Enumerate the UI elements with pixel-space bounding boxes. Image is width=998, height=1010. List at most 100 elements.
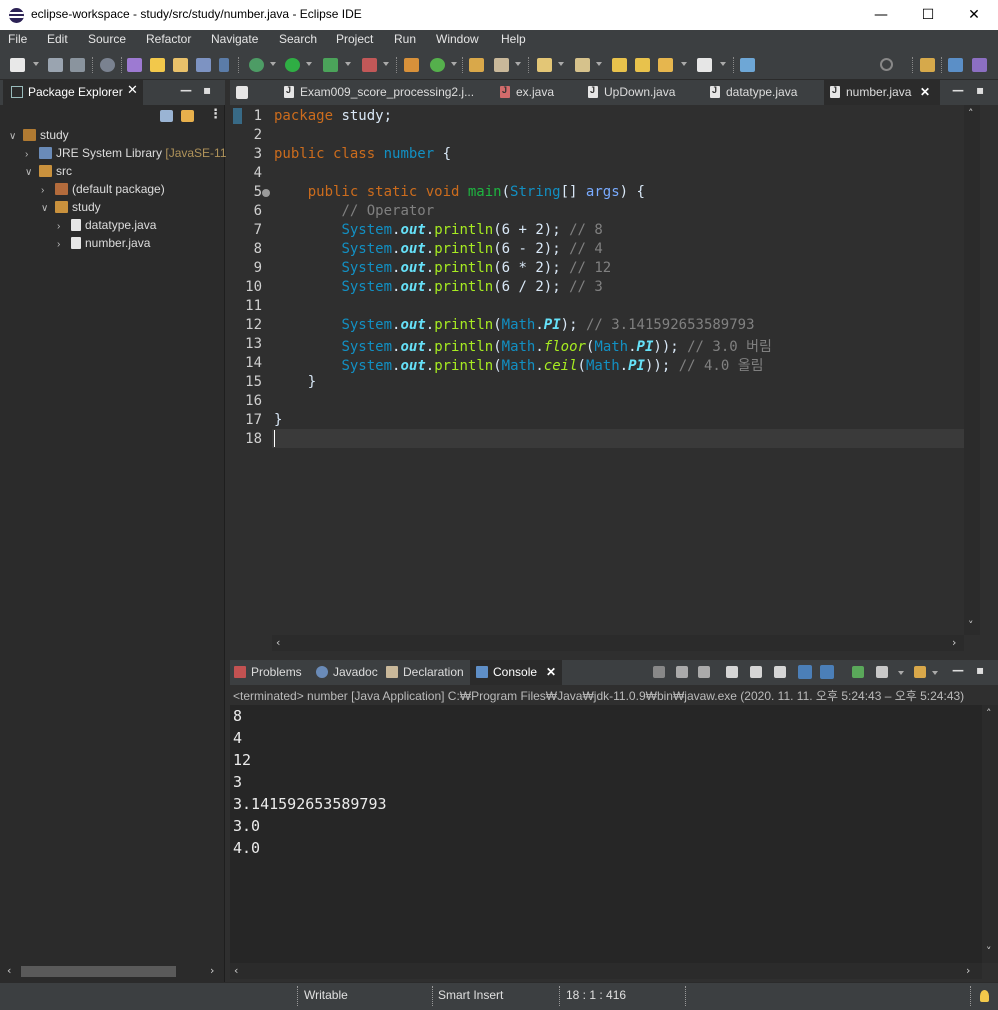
menu-edit[interactable]: Edit — [47, 32, 68, 46]
maximize-editor-icon[interactable]: ▪ — [976, 83, 984, 97]
remove-all-icon[interactable] — [698, 666, 710, 678]
last-edit-location-icon[interactable] — [612, 58, 627, 72]
external-tools-icon[interactable] — [362, 58, 377, 72]
scroll-right-icon[interactable]: › — [966, 964, 970, 977]
expand-arrow-icon[interactable]: › — [57, 221, 71, 232]
tab-problems[interactable]: Problems — [234, 665, 302, 679]
menu-refactor[interactable]: Refactor — [146, 32, 191, 46]
console-output[interactable]: 8 4 12 3 3.141592653589793 3.0 4.0 — [230, 705, 982, 963]
minimize-editor-icon[interactable]: — — [952, 83, 964, 97]
terminate-icon[interactable] — [653, 666, 665, 678]
expand-arrow-icon[interactable]: › — [41, 185, 55, 196]
tab-updown-java[interactable]: UpDown.java — [588, 80, 688, 105]
tab-declaration[interactable]: Declaration — [386, 665, 464, 679]
save-all-icon[interactable] — [70, 58, 85, 72]
save-icon[interactable] — [48, 58, 63, 72]
back-dropdown-icon[interactable] — [681, 62, 687, 66]
coverage-icon[interactable] — [323, 58, 338, 72]
scroll-right-icon[interactable]: › — [210, 964, 214, 977]
brush-icon[interactable] — [494, 58, 509, 72]
minimize-button[interactable]: — — [858, 0, 904, 30]
console-hscrollbar[interactable]: ‹ › — [230, 963, 982, 979]
status-cursor-position[interactable]: 18 : 1 : 416 — [566, 988, 626, 1002]
expand-arrow-icon[interactable]: ∨ — [9, 131, 23, 142]
editor-vscrollbar[interactable]: ˄ ˅ — [964, 105, 980, 635]
previous-annotation-icon[interactable] — [575, 58, 590, 72]
tree-item-default-package[interactable]: › (default package) — [41, 182, 165, 200]
brush-dropdown-icon[interactable] — [515, 62, 521, 66]
tab-javadoc[interactable]: Javadoc — [316, 665, 378, 679]
skip-breakpoints-icon[interactable] — [100, 58, 115, 72]
scroll-left-icon[interactable]: ‹ — [234, 964, 238, 977]
show-whitespace-icon[interactable] — [219, 58, 229, 72]
new-java-project-icon[interactable] — [404, 58, 419, 72]
package-explorer-close-icon[interactable]: ✕ — [127, 83, 138, 98]
display-console-dropdown-icon[interactable] — [898, 671, 904, 675]
tree-item-datatype-java[interactable]: › datatype.java — [57, 218, 156, 236]
scroll-up-icon[interactable]: ˄ — [986, 707, 992, 720]
java-perspective-icon[interactable] — [948, 58, 963, 72]
tree-item-jre-library[interactable]: › JRE System Library [JavaSE-11 — [25, 146, 227, 164]
external-tools-dropdown-icon[interactable] — [383, 62, 389, 66]
show-on-stderr-icon[interactable] — [820, 665, 834, 679]
debug-perspective-icon[interactable] — [972, 58, 987, 72]
view-menu-icon[interactable]: ⋮ — [209, 107, 222, 122]
collapse-all-icon[interactable] — [160, 110, 173, 122]
open-task-icon[interactable] — [173, 58, 188, 72]
expand-arrow-icon[interactable]: › — [57, 239, 71, 250]
scroll-left-icon[interactable]: ‹ — [276, 636, 280, 649]
pin-console-icon[interactable] — [852, 666, 864, 678]
scroll-lock-icon[interactable] — [750, 666, 762, 678]
previous-annotation-dropdown-icon[interactable] — [596, 62, 602, 66]
code-editor[interactable]: 1 2 3 4 5 6 7 8 9 10 11 12 13 14 15 16 1… — [230, 105, 998, 655]
back-arrow-icon[interactable] — [658, 58, 673, 72]
pin-editor-icon[interactable] — [740, 58, 755, 72]
scroll-down-icon[interactable]: ˅ — [968, 619, 974, 632]
editor-hscrollbar[interactable]: ‹ › — [272, 635, 964, 651]
maximize-view-icon[interactable]: ▪ — [203, 83, 211, 97]
package-explorer-hscrollbar[interactable]: ‹ › — [5, 963, 222, 979]
menu-project[interactable]: Project — [336, 32, 373, 46]
menu-file[interactable]: File — [8, 32, 27, 46]
next-annotation-icon[interactable] — [537, 58, 552, 72]
tab-ex-java[interactable]: ex.java — [500, 80, 580, 105]
next-annotation-dropdown-icon[interactable] — [558, 62, 564, 66]
show-editors-icon[interactable] — [236, 86, 248, 99]
menu-window[interactable]: Window — [436, 32, 479, 46]
scroll-up-icon[interactable]: ˄ — [968, 107, 974, 120]
word-wrap-icon[interactable] — [774, 666, 786, 678]
scroll-left-icon[interactable]: ‹ — [7, 964, 11, 977]
new-dropdown-icon[interactable] — [33, 62, 39, 66]
display-console-icon[interactable] — [876, 666, 888, 678]
status-insert-mode[interactable]: Smart Insert — [438, 988, 503, 1002]
debug-icon[interactable] — [249, 58, 264, 72]
new-icon[interactable] — [10, 58, 25, 72]
tree-item-package-study[interactable]: ∨ study — [41, 200, 101, 218]
menu-source[interactable]: Source — [88, 32, 126, 46]
expand-arrow-icon[interactable]: ∨ — [41, 203, 55, 214]
run-icon[interactable] — [285, 58, 300, 72]
expand-arrow-icon[interactable]: ∨ — [25, 167, 39, 178]
open-console-icon[interactable] — [914, 666, 926, 678]
mark-occurrences-icon[interactable] — [150, 58, 165, 72]
menu-navigate[interactable]: Navigate — [211, 32, 258, 46]
search-icon[interactable] — [880, 58, 893, 71]
forward-edit-icon[interactable] — [635, 58, 650, 72]
tab-exam009[interactable]: Exam009_score_processing2.j... — [284, 80, 474, 105]
tree-item-number-java[interactable]: › number.java — [57, 236, 150, 254]
block-selection-icon[interactable] — [196, 58, 211, 72]
tree-item-project-study[interactable]: ∨ study — [9, 128, 69, 146]
tree-item-src[interactable]: ∨ src — [25, 164, 72, 182]
run-dropdown-icon[interactable] — [306, 62, 312, 66]
new-class-icon[interactable] — [430, 58, 445, 72]
package-explorer-tab[interactable]: Package Explorer ✕ — [3, 80, 143, 105]
menu-search[interactable]: Search — [279, 32, 317, 46]
new-class-dropdown-icon[interactable] — [451, 62, 457, 66]
show-on-stdout-icon[interactable] — [798, 665, 812, 679]
debug-dropdown-icon[interactable] — [270, 62, 276, 66]
console-close-icon[interactable]: ✕ — [546, 665, 556, 679]
tab-close-icon[interactable]: ✕ — [920, 85, 930, 99]
tip-lightbulb-icon[interactable] — [980, 990, 989, 1002]
scroll-down-icon[interactable]: ˅ — [986, 945, 992, 958]
minimize-console-icon[interactable]: — — [952, 663, 964, 677]
